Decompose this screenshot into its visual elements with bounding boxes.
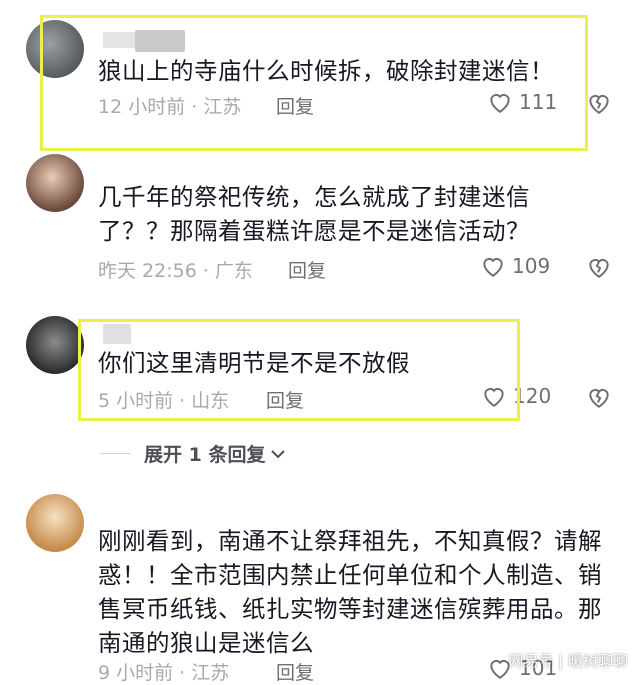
reply-button[interactable]: 回复 (288, 256, 326, 283)
comment-3: 你们这里清明节是不是不放假 5 小时前 · 山东 回复 120 (0, 300, 640, 430)
broken-heart-icon (589, 95, 609, 114)
reply-button[interactable]: 回复 (276, 658, 314, 685)
like-count: 109 (512, 254, 551, 278)
comment-text: 几千年的祭祀传统，怎么就成了封建迷信了？？那隔着蛋糕许愿是不是迷信活动？ (98, 183, 530, 245)
comment-time-location: 9 小时前 · 江苏 (98, 662, 230, 684)
dislike-button[interactable] (586, 91, 612, 115)
broken-heart-icon (589, 389, 609, 408)
dislike-button[interactable] (586, 255, 612, 279)
broken-heart-icon (589, 259, 609, 278)
avatar[interactable] (26, 494, 84, 552)
highlight-box (78, 319, 520, 421)
chevron-down-icon (271, 449, 286, 458)
expand-replies-button[interactable]: 展开 1 条回复 (100, 440, 287, 467)
watermark: 网易号 | 暖树聊聊 (508, 652, 628, 670)
avatar[interactable] (26, 154, 84, 212)
highlight-box (40, 15, 588, 151)
comment-text: 刚刚看到，南通不让祭拜祖先，不知真假？请解惑！！全市范围内禁止任何单位和个人制造… (98, 527, 602, 657)
expand-replies-label: 展开 1 条回复 (144, 444, 266, 466)
dislike-button[interactable] (586, 385, 612, 409)
comment-1: 狼山上的寺庙什么时候拆，破除封建迷信！ 12 小时前 · 江苏 回复 111 (0, 0, 640, 151)
heart-icon (483, 258, 503, 277)
divider (100, 453, 130, 454)
comment-time-location: 昨天 22:56 · 广东 (98, 260, 253, 282)
like-button[interactable]: 109 (480, 254, 550, 278)
comment-2: 几千年的祭祀传统，怎么就成了封建迷信了？？那隔着蛋糕许愿是不是迷信活动？ 昨天 … (0, 150, 640, 300)
avatar[interactable] (26, 316, 84, 374)
